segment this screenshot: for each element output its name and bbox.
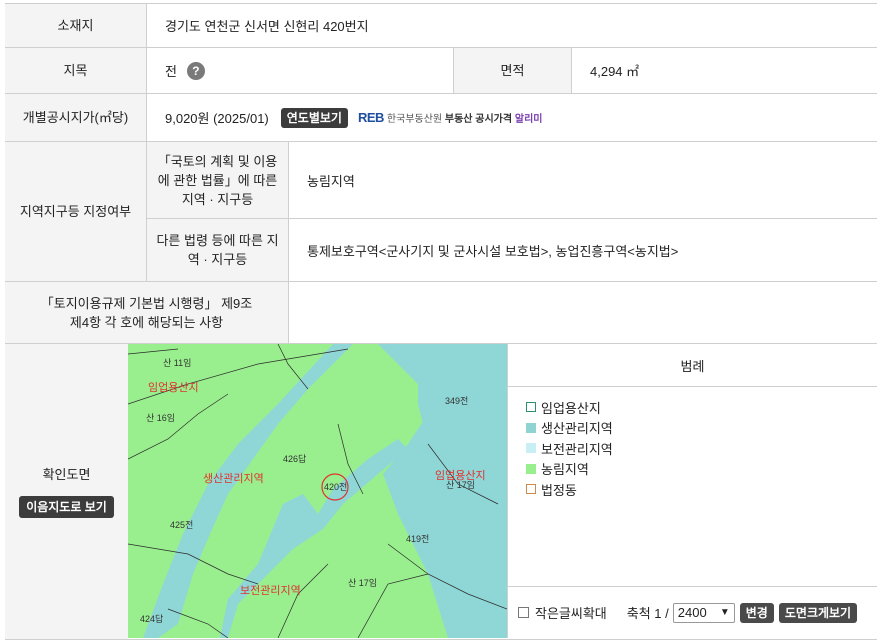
- eum-map-button[interactable]: 이음지도로 보기: [19, 496, 114, 518]
- official-price-value: 9,020원 (2025/01): [165, 111, 269, 126]
- land-use-table: 소재지 경기도 연천군 신서면 신현리 420번지 지목 전 ? 면적 4,29…: [5, 3, 877, 640]
- scale-change-button[interactable]: 변경: [739, 602, 774, 623]
- road-strip: [220, 439, 408, 638]
- zoning-law1-value: 농림지역: [288, 142, 877, 219]
- map-label-forest-left: 임업용산지: [148, 382, 199, 394]
- legend-item: 보전관리지역: [526, 438, 877, 459]
- legend-swatch-production: [526, 422, 536, 433]
- legend-panel: 범례 임업용산지 생산관리지역 보전관리지역 농림지역 법정동 작은글씨확대 축…: [507, 344, 877, 638]
- legend-label: 보전관리지역: [541, 441, 613, 457]
- map-label-parcel-426: 426답: [283, 454, 307, 464]
- reb-app-name: 알리미: [514, 114, 543, 125]
- enlarge-text-checkbox[interactable]: [518, 607, 529, 618]
- map-label-mountain-16: 산 16임: [146, 413, 176, 423]
- map-label-parcel-419: 419전: [406, 534, 430, 544]
- location-row: 소재지 경기도 연천군 신서면 신현리 420번지: [5, 4, 877, 48]
- enforcement-value: [288, 282, 877, 343]
- help-icon[interactable]: ?: [186, 61, 205, 80]
- enforcement-label: 「토지이용규제 기본법 시행령」 제9조 제4항 각 호에 해당되는 사항: [5, 282, 288, 343]
- area-label: 면적: [453, 48, 571, 93]
- legend-label: 생산관리지역: [541, 421, 613, 437]
- map-label-parcel-424: 424답: [140, 614, 164, 624]
- legend-label: 임업용산지: [541, 400, 601, 416]
- zoom-map-button[interactable]: 도면크게보기: [778, 602, 858, 623]
- reb-price-alert-link[interactable]: REB 한국부동산원 부동산 공시가격 알리미: [358, 110, 543, 125]
- map-controls: 작은글씨확대 축척 1 / 2400 ▼ 변경 도면크게보기: [508, 586, 877, 638]
- legend-item: 생산관리지역: [526, 418, 877, 439]
- legend-swatch-dong: [526, 484, 536, 495]
- land-category-value: 전: [165, 64, 177, 79]
- scale-label: 축척 1 /: [626, 606, 669, 621]
- yearly-view-button[interactable]: 연도별보기: [280, 107, 348, 128]
- reb-org-name: 한국부동산원: [386, 114, 443, 125]
- location-label: 소재지: [5, 4, 146, 47]
- map-label-parcel-420: 420전: [324, 482, 348, 492]
- map-label-mountain-11: 산 11임: [163, 358, 192, 368]
- map-label-parcel-349: 349전: [445, 396, 469, 406]
- legend-swatch-forest: [526, 402, 536, 413]
- zoning-label: 지역지구등 지정여부: [5, 142, 146, 281]
- legend-title: 범례: [508, 344, 877, 387]
- map-label-cell: 확인도면 이음지도로 보기: [5, 344, 128, 639]
- legend-swatch-conservation: [526, 443, 536, 454]
- map-label-parcel-425: 425전: [170, 520, 194, 530]
- reb-logo-icon: REB: [357, 110, 384, 125]
- zoning-law2-value: 통제보호구역<군사기지 및 군사시설 보호법>, 농업진흥구역<농지법>: [288, 219, 877, 281]
- legend-label: 농림지역: [541, 462, 589, 478]
- scale-value: 2400: [677, 605, 707, 620]
- legend-item: 농림지역: [526, 459, 877, 480]
- official-price-label: 개별공시지가(㎡당): [5, 94, 146, 141]
- land-category-cell: 전 ?: [146, 48, 453, 93]
- map-label: 확인도면: [42, 467, 91, 482]
- official-price-row: 개별공시지가(㎡당) 9,020원 (2025/01) 연도별보기 REB 한국…: [5, 94, 877, 142]
- legend-swatch-agri: [526, 463, 536, 474]
- map-label-conservation-zone: 보전관리지역: [240, 585, 301, 597]
- land-category-label: 지목: [5, 48, 146, 93]
- legend-list: 임업용산지 생산관리지역 보전관리지역 농림지역 법정동: [508, 387, 877, 500]
- zoning-row: 지역지구등 지정여부 「국토의 계획 및 이용에 관한 법률」에 따른 지역 ·…: [5, 142, 877, 282]
- enlarge-text-label[interactable]: 작은글씨확대: [535, 603, 607, 622]
- enforcement-row: 「토지이용규제 기본법 시행령」 제9조 제4항 각 호에 해당되는 사항: [5, 282, 877, 344]
- official-price-cell: 9,020원 (2025/01) 연도별보기 REB 한국부동산원 부동산 공시…: [146, 94, 877, 141]
- map-label-mountain-17-bottom: 산 17임: [348, 578, 378, 588]
- parcel-map[interactable]: 산 11임 임업용산지 산 16임 426답 생산관리지역 420전 425전 …: [128, 344, 507, 638]
- zoning-law2-label: 다른 법령 등에 따른 지역 · 지구등: [146, 219, 288, 281]
- legend-item: 법정동: [526, 479, 877, 500]
- location-value: 경기도 연천군 신서면 신현리 420번지: [146, 4, 877, 47]
- chevron-down-icon: ▼: [719, 607, 730, 618]
- zoning-law1-label: 「국토의 계획 및 이용에 관한 법률」에 따른 지역 · 지구등: [146, 142, 288, 219]
- land-category-row: 지목 전 ? 면적 4,294 ㎡: [5, 48, 877, 94]
- scale-select[interactable]: 2400 ▼: [672, 602, 735, 623]
- map-label-production-zone: 생산관리지역: [203, 473, 264, 485]
- area-value: 4,294 ㎡: [571, 48, 877, 93]
- map-label-mountain-17-right: 산 17임: [446, 480, 476, 490]
- legend-label: 법정동: [541, 482, 577, 498]
- reb-service-name: 부동산 공시가격: [444, 114, 513, 125]
- legend-item: 임업용산지: [526, 397, 877, 418]
